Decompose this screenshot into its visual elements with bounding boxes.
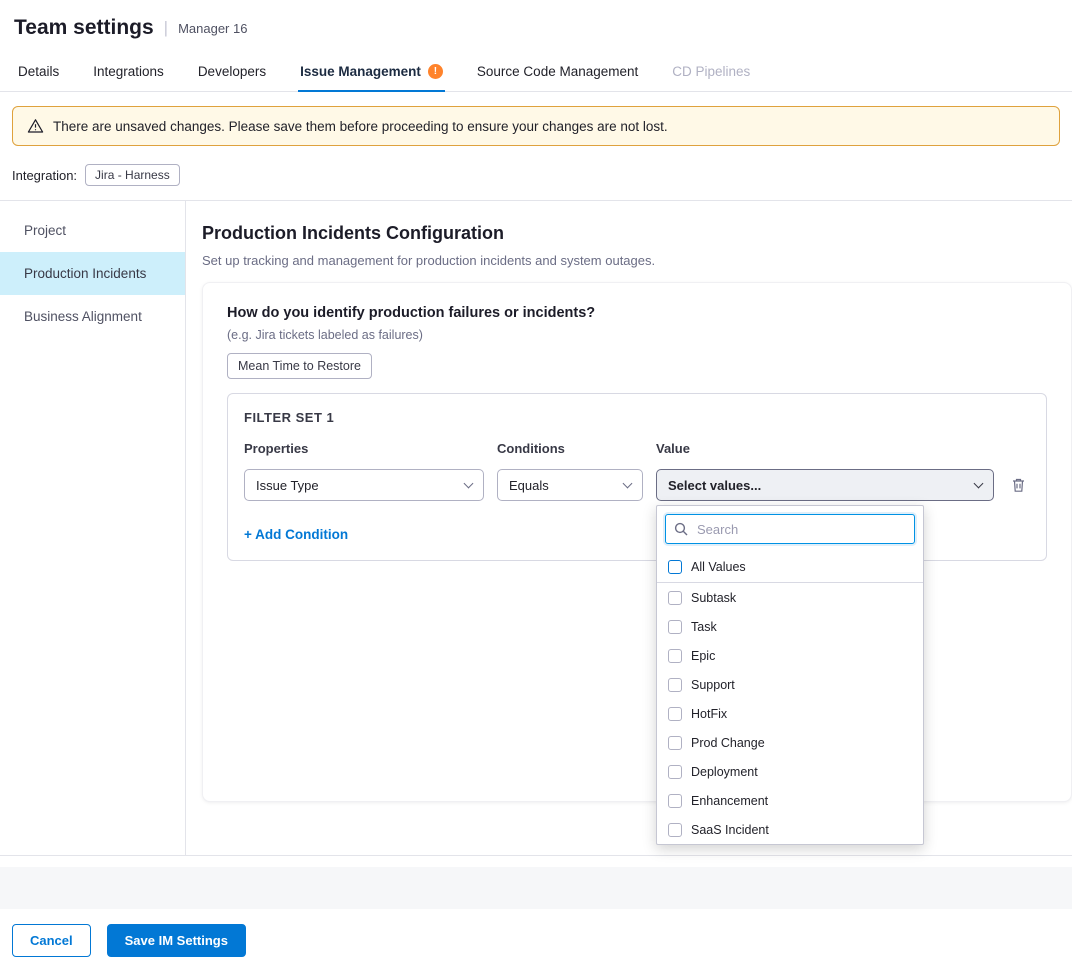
- checkbox-icon[interactable]: [668, 678, 682, 692]
- sidebar: Project Production Incidents Business Al…: [0, 201, 186, 855]
- unsaved-changes-banner: There are unsaved changes. Please save t…: [12, 106, 1060, 146]
- team-name: Manager 16: [178, 21, 247, 36]
- dropdown-option[interactable]: SaaS Incident: [657, 815, 923, 844]
- checkbox-icon[interactable]: [668, 649, 682, 663]
- filter-set: FILTER SET 1 Properties Conditions Value…: [227, 393, 1047, 561]
- dropdown-option[interactable]: Prod Change: [657, 728, 923, 757]
- filter-set-title: FILTER SET 1: [244, 410, 1030, 425]
- content-body: Project Production Incidents Business Al…: [0, 201, 1072, 856]
- value-select-placeholder: Select values...: [668, 478, 761, 493]
- section-title: Production Incidents Configuration: [202, 223, 1072, 244]
- tab-integrations[interactable]: Integrations: [93, 52, 164, 91]
- chevron-down-icon: [464, 478, 474, 488]
- title-divider: |: [164, 18, 168, 38]
- column-label-conditions: Conditions: [497, 441, 643, 456]
- question-hint: (e.g. Jira tickets labeled as failures): [227, 328, 1047, 342]
- warning-badge-icon: !: [428, 64, 443, 79]
- tab-issue-management[interactable]: Issue Management !: [300, 52, 443, 91]
- page-title: Team settings: [14, 16, 154, 40]
- property-select-value: Issue Type: [256, 478, 319, 493]
- dropdown-option[interactable]: HotFix: [657, 699, 923, 728]
- tab-bar: Details Integrations Developers Issue Ma…: [0, 52, 1072, 92]
- main-panel: Production Incidents Configuration Set u…: [186, 201, 1072, 855]
- checkbox-icon[interactable]: [668, 736, 682, 750]
- dropdown-option[interactable]: Customer Notification: [657, 844, 923, 845]
- checkbox-icon[interactable]: [668, 560, 682, 574]
- condition-select[interactable]: Equals: [497, 469, 643, 501]
- value-dropdown: All Values Subtask Task Epic Support Hot…: [656, 505, 924, 845]
- dropdown-option[interactable]: Epic: [657, 641, 923, 670]
- column-label-value: Value: [656, 441, 994, 456]
- sidebar-item-business-alignment[interactable]: Business Alignment: [0, 295, 185, 338]
- tab-developers[interactable]: Developers: [198, 52, 266, 91]
- delete-filter-button[interactable]: [1007, 473, 1030, 497]
- filter-column-headers: Properties Conditions Value: [244, 441, 1030, 456]
- checkbox-icon[interactable]: [668, 620, 682, 634]
- chevron-down-icon: [623, 478, 633, 488]
- banner-text: There are unsaved changes. Please save t…: [53, 119, 668, 134]
- all-values-option[interactable]: All Values: [657, 552, 923, 583]
- all-values-label: All Values: [691, 560, 746, 574]
- integration-label: Integration:: [12, 168, 77, 183]
- page-header: Team settings | Manager 16: [0, 0, 1072, 52]
- question-text: How do you identify production failures …: [227, 305, 1047, 321]
- dropdown-option[interactable]: Task: [657, 612, 923, 641]
- integration-chip[interactable]: Jira - Harness: [85, 164, 180, 186]
- checkbox-icon[interactable]: [668, 707, 682, 721]
- dropdown-search: [665, 514, 915, 544]
- property-select[interactable]: Issue Type: [244, 469, 484, 501]
- trash-icon: [1011, 477, 1026, 493]
- search-input[interactable]: [695, 521, 906, 538]
- chevron-down-icon: [974, 478, 984, 488]
- integration-row: Integration: Jira - Harness: [0, 156, 1072, 201]
- column-label-properties: Properties: [244, 441, 484, 456]
- dropdown-option[interactable]: Deployment: [657, 757, 923, 786]
- search-icon: [674, 522, 688, 536]
- tab-source-code-management[interactable]: Source Code Management: [477, 52, 638, 91]
- add-condition-button[interactable]: + Add Condition: [244, 527, 348, 542]
- dropdown-option[interactable]: Enhancement: [657, 786, 923, 815]
- dropdown-option[interactable]: Support: [657, 670, 923, 699]
- warning-icon: [27, 118, 44, 134]
- bottom-strip: [0, 867, 1072, 909]
- dropdown-options-list: Subtask Task Epic Support HotFix Prod Ch…: [657, 583, 923, 845]
- checkbox-icon[interactable]: [668, 765, 682, 779]
- sidebar-item-project[interactable]: Project: [0, 209, 185, 252]
- value-select[interactable]: Select values...: [656, 469, 994, 501]
- tab-details[interactable]: Details: [18, 52, 59, 91]
- save-im-settings-button[interactable]: Save IM Settings: [107, 924, 246, 957]
- mean-time-to-restore-chip[interactable]: Mean Time to Restore: [227, 353, 372, 379]
- tab-cd-pipelines: CD Pipelines: [672, 52, 750, 91]
- footer-actions: Cancel Save IM Settings: [0, 909, 1072, 972]
- dropdown-option[interactable]: Subtask: [657, 583, 923, 612]
- checkbox-icon[interactable]: [668, 591, 682, 605]
- sidebar-item-production-incidents[interactable]: Production Incidents: [0, 252, 185, 295]
- checkbox-icon[interactable]: [668, 823, 682, 837]
- condition-select-value: Equals: [509, 478, 549, 493]
- config-card: How do you identify production failures …: [202, 282, 1072, 802]
- checkbox-icon[interactable]: [668, 794, 682, 808]
- filter-row: Issue Type Equals Select values...: [244, 469, 1030, 501]
- cancel-button[interactable]: Cancel: [12, 924, 91, 957]
- section-subtitle: Set up tracking and management for produ…: [202, 253, 1072, 268]
